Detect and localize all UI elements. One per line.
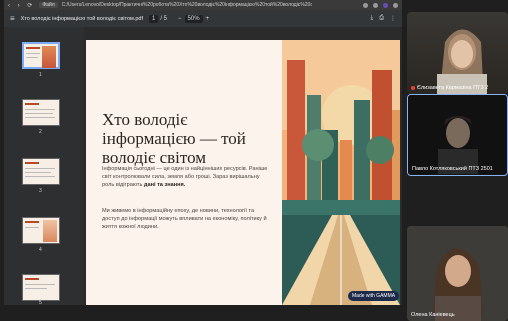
slide-paragraph-2: Ми живемо в інформаційну епоху, де новин… — [102, 208, 267, 230]
participant-tile[interactable]: Олена Каніевець — [407, 226, 508, 321]
browser-bar: ‹ › ⟳ Файл C:/Users/Lenovo/Desktop/Практ… — [4, 0, 402, 10]
participant-tile-active[interactable]: Павло Котляковський ПТЗ 2501 — [407, 94, 508, 176]
profile-avatar[interactable] — [383, 2, 388, 8]
thumbnail-number: 5 — [39, 300, 42, 306]
participant-video — [437, 29, 487, 94]
participant-video — [407, 226, 508, 321]
zoom-out-icon[interactable]: − — [178, 16, 182, 22]
file-chip: Файл — [39, 2, 58, 8]
extensions-icon[interactable] — [373, 2, 378, 8]
browser-tools — [363, 2, 398, 8]
participant-name: Єлизавета Кармазіна ПТЗ 2 — [417, 85, 489, 91]
zoom-controls: − 50% + — [178, 14, 210, 23]
thumbnail-page-1[interactable] — [22, 42, 60, 69]
thumbnail-page-4[interactable] — [22, 217, 60, 244]
slide-paragraph-1: Інформація сьогодні — це один із найцінн… — [102, 166, 268, 188]
participant-name: Олена Каніевець — [411, 312, 455, 318]
slide-heading: Хто володіє інформацією — той володіє св… — [102, 110, 246, 167]
page-number-input[interactable]: 1 — [149, 14, 159, 23]
thumbnail-page-3[interactable] — [22, 158, 60, 185]
nav-arrows-icon[interactable]: ‹ › ⟳ — [8, 2, 35, 9]
page-indicator: 1 / 5 — [149, 14, 168, 23]
more-icon[interactable]: ⋮ — [390, 15, 396, 22]
thumbnail-page-5[interactable] — [22, 274, 60, 301]
thumbnail-number: 1 — [39, 72, 42, 78]
made-with-badge[interactable]: Made with GAMMA — [348, 291, 400, 301]
participant-name: Павло Котляковський ПТЗ 2501 — [412, 166, 493, 172]
pdf-page: Хто володіє інформацією — той володіє св… — [86, 40, 400, 305]
participant-tile[interactable]: Єлизавета Кармазіна ПТЗ 2 — [407, 12, 508, 94]
pdf-title: Хто володіє інформацією той володіє світ… — [20, 15, 143, 22]
cityscape-illustration — [282, 40, 400, 305]
address-bar[interactable]: C:/Users/Lenovo/Desktop/Практичні%20робо… — [62, 2, 312, 8]
thumbnail-number: 2 — [39, 129, 42, 135]
pdf-actions: ⤓ ⎙ ⋮ — [371, 15, 396, 22]
participant-video — [408, 95, 506, 174]
thumbnail-number: 4 — [39, 247, 42, 253]
mic-muted-icon — [411, 86, 415, 90]
zoom-in-icon[interactable]: + — [206, 16, 210, 22]
print-icon[interactable]: ⎙ — [379, 15, 384, 22]
zoom-input[interactable]: 50% — [184, 14, 203, 23]
pdf-toolbar: ≡ Хто володіє інформацією той володіє св… — [4, 10, 402, 27]
menu-icon[interactable] — [393, 2, 398, 8]
page-total: / 5 — [160, 15, 168, 22]
download-icon[interactable]: ⤓ — [371, 15, 374, 22]
thumbnail-page-2[interactable] — [22, 99, 60, 126]
star-icon[interactable] — [363, 2, 368, 8]
thumbnail-sidebar: 1 2 3 4 5 — [4, 27, 84, 306]
thumbnail-number: 3 — [39, 188, 42, 194]
shared-screen: ‹ › ⟳ Файл C:/Users/Lenovo/Desktop/Практ… — [4, 0, 402, 306]
hamburger-menu-icon[interactable]: ≡ — [10, 14, 15, 23]
